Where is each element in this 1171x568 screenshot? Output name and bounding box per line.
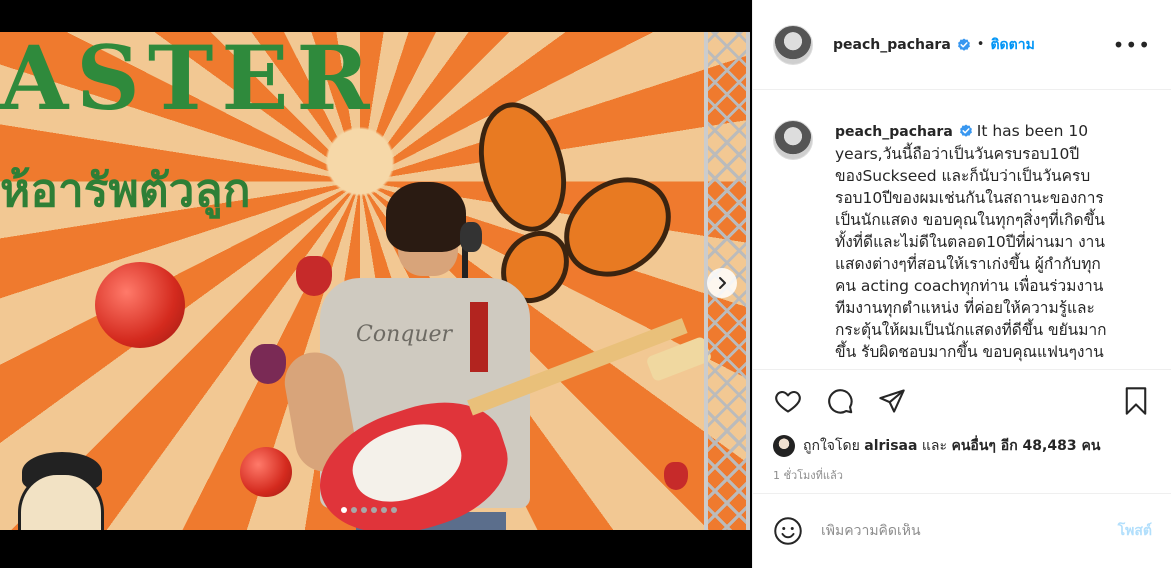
separator-dot: •	[976, 37, 985, 52]
carousel-next-button[interactable]	[707, 268, 737, 298]
hair	[386, 182, 466, 252]
heart-icon	[775, 390, 801, 413]
post-photo: ASTER ห้อารัพตัวลูก Conquer	[0, 32, 750, 530]
media-bottom-strip	[0, 530, 750, 568]
banner-text: ASTER	[0, 32, 378, 130]
microphone	[460, 222, 482, 252]
post-header: peach_pachara • ติดตาม •••	[753, 0, 1171, 90]
comment-button[interactable]	[823, 384, 857, 418]
likes-conjunction: และ	[921, 438, 948, 454]
add-comment-bar: โพสต์	[753, 493, 1171, 568]
share-icon	[879, 388, 905, 413]
chevron-right-icon	[719, 277, 726, 289]
share-button[interactable]	[875, 384, 909, 418]
carousel-dot	[391, 507, 397, 513]
emoji-icon[interactable]	[773, 516, 803, 546]
post-timestamp[interactable]: 1 ชั่วโมงที่แล้ว	[753, 461, 1171, 489]
save-button[interactable]	[1119, 384, 1153, 418]
avatar[interactable]	[773, 120, 813, 160]
caption-username[interactable]: peach_pachara	[835, 124, 953, 140]
carousel-dot	[351, 507, 357, 513]
avatar[interactable]	[773, 24, 813, 65]
username-link[interactable]: peach_pachara	[833, 37, 951, 53]
tomato-decoration	[95, 262, 185, 348]
comment-icon	[828, 388, 853, 414]
post-caption: peach_pachara It has been 10 years,วันนี…	[835, 120, 1110, 369]
follow-button[interactable]: ติดตาม	[990, 34, 1034, 56]
verified-badge-icon	[959, 124, 972, 137]
guitar-strap	[470, 302, 488, 372]
post-media: ASTER ห้อารัพตัวลูก Conquer	[0, 0, 750, 568]
action-bar	[753, 369, 1171, 431]
carousel-dot	[371, 507, 377, 513]
carousel-dot	[361, 507, 367, 513]
strawberry-decoration	[664, 462, 688, 490]
post-side-panel: peach_pachara • ติดตาม ••• peach_pachara…	[752, 0, 1171, 568]
bookmark-icon	[1125, 386, 1147, 415]
verified-badge-icon	[957, 38, 970, 51]
shirt-print: Conquer	[356, 322, 453, 347]
likes-summary: ถูกใจโดย alrisaa และ คนอื่นๆ อีก 48,483 …	[753, 431, 1171, 461]
like-button[interactable]	[771, 384, 805, 418]
likes-count-link[interactable]: คนอื่นๆ อีก 48,483 คน	[951, 435, 1100, 457]
liker-avatar[interactable]	[773, 435, 795, 457]
carousel-dot	[381, 507, 387, 513]
caption-text: It has been 10 years,วันนี้ถือว่าเป็นวัน…	[835, 122, 1107, 361]
carousel-indicator	[341, 507, 397, 513]
liker-username[interactable]: alrisaa	[864, 438, 917, 454]
caption-area: peach_pachara It has been 10 years,วันนี…	[753, 90, 1171, 369]
grape-decoration	[250, 344, 286, 384]
more-options-icon[interactable]: •••	[1113, 35, 1151, 55]
comment-input[interactable]	[821, 523, 1118, 539]
tomato-decoration	[240, 447, 292, 497]
instagram-post-modal: ASTER ห้อารัพตัวลูก Conquer peach_pachar…	[0, 0, 1171, 568]
carousel-dot	[341, 507, 347, 513]
post-comment-button[interactable]: โพสต์	[1118, 520, 1152, 542]
banner-thai-text: ห้อารัพตัวลูก	[0, 163, 251, 217]
likes-prefix: ถูกใจโดย	[803, 438, 860, 454]
